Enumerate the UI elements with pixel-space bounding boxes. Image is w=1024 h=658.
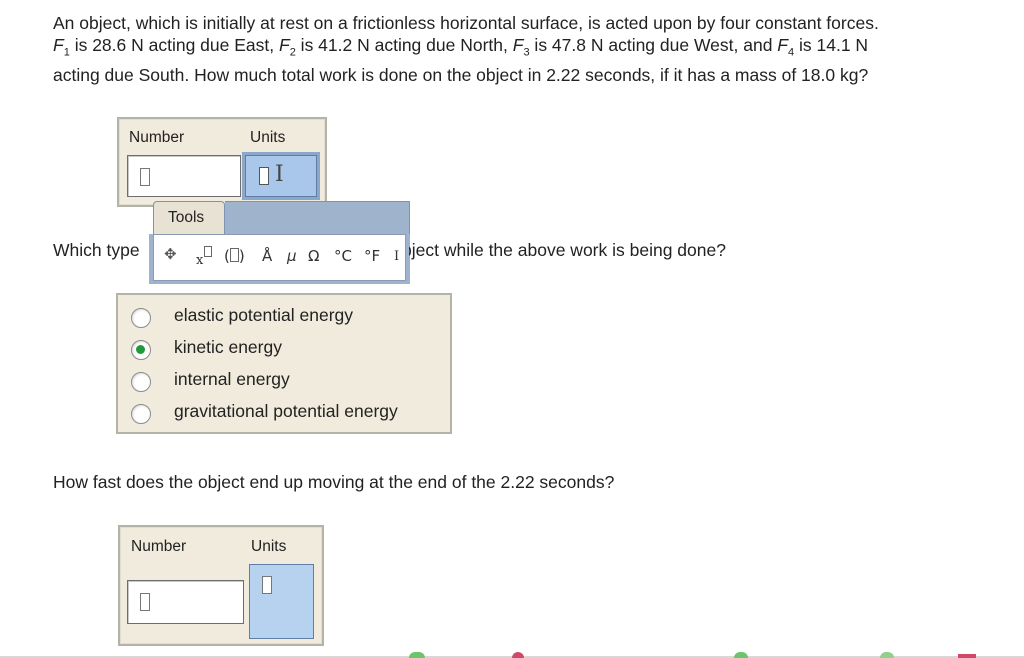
superscript-icon[interactable]: x	[196, 246, 213, 268]
choice-kinetic[interactable]: kinetic energy	[118, 337, 450, 369]
tools-toolbar: ✥ x () Å μ Ω °C °F I	[153, 234, 406, 281]
number-input[interactable]	[127, 580, 244, 624]
force-2-symbol: F	[278, 35, 290, 55]
status-dot-icon	[409, 652, 425, 658]
move-icon[interactable]: ✥	[164, 245, 177, 263]
answer-1-box: Number Units I	[117, 117, 327, 207]
parentheses-box-icon	[229, 248, 239, 262]
choice-internal[interactable]: internal energy	[118, 369, 450, 401]
tools-tab[interactable]: Tools	[153, 201, 225, 235]
text-cursor-icon: I	[275, 162, 284, 187]
force-2-text: is 41.2 N acting due North,	[295, 35, 513, 55]
question-3-text: How fast does the object end up moving a…	[53, 472, 615, 492]
choice-label: gravitational potential energy	[174, 401, 398, 421]
force-3-text: is 47.8 N acting due West, and	[529, 35, 778, 55]
units-field[interactable]: I	[242, 152, 320, 200]
parentheses-icon[interactable]: ()	[224, 247, 245, 265]
choice-label: internal energy	[174, 369, 290, 389]
question-1-line3: acting due South. How much total work is…	[53, 64, 869, 85]
force-1-text: is 28.6 N acting due East,	[69, 35, 279, 55]
choice-label: kinetic energy	[174, 337, 282, 357]
omega-icon[interactable]: Ω	[308, 247, 319, 265]
force-3-symbol: F	[512, 35, 524, 55]
choice-elastic-potential[interactable]: elastic potential energy	[118, 305, 450, 337]
units-label: Units	[251, 538, 287, 555]
caret-box-icon	[140, 593, 150, 611]
units-label: Units	[250, 129, 286, 146]
superscript-base: x	[196, 253, 204, 268]
status-marker-icon	[958, 654, 976, 658]
ibeam-icon[interactable]: I	[394, 249, 399, 264]
status-dot-icon	[734, 652, 748, 658]
question-2-prefix: Which type	[53, 240, 140, 260]
superscript-box-icon	[204, 246, 213, 257]
tools-tab-background	[225, 201, 410, 235]
radio-button[interactable]	[131, 372, 151, 392]
radio-button-selected[interactable]	[131, 340, 151, 360]
force-4-symbol: F	[777, 35, 788, 55]
mu-icon[interactable]: μ	[287, 247, 297, 265]
fahrenheit-icon[interactable]: °F	[364, 247, 380, 265]
answer-3-box: Number Units	[118, 525, 324, 646]
force-1-symbol: F	[53, 35, 64, 55]
question-1-text: An object, which is initially at rest on…	[53, 12, 993, 86]
choice-label: elastic potential energy	[174, 305, 353, 325]
question-1-line1: An object, which is initially at rest on…	[53, 13, 879, 33]
number-label: Number	[131, 538, 187, 555]
question-2-suffix: bject while the above work is being done…	[409, 240, 726, 260]
status-dot-icon	[512, 652, 524, 658]
caret-box-icon	[140, 168, 150, 186]
number-label: Number	[129, 129, 185, 146]
radio-button[interactable]	[131, 308, 151, 328]
radio-button[interactable]	[131, 404, 151, 424]
units-caret-box-icon	[262, 576, 272, 594]
force-4-text: is 14.1 N	[794, 35, 869, 55]
celsius-icon[interactable]: °C	[334, 247, 352, 265]
energy-choice-group: elastic potential energy kinetic energy …	[116, 293, 452, 434]
units-field[interactable]	[249, 564, 314, 639]
tools-panel: Tools ✥ x () Å μ Ω °C °F I	[149, 201, 410, 287]
status-dot-icon	[880, 652, 894, 658]
tools-tab-label: Tools	[168, 209, 205, 226]
number-input[interactable]	[127, 155, 241, 197]
units-caret-box-icon	[259, 167, 269, 185]
tools-bar: ✥ x () Å μ Ω °C °F I	[149, 234, 410, 284]
choice-gravitational-potential[interactable]: gravitational potential energy	[118, 401, 450, 433]
angstrom-icon[interactable]: Å	[262, 247, 272, 265]
